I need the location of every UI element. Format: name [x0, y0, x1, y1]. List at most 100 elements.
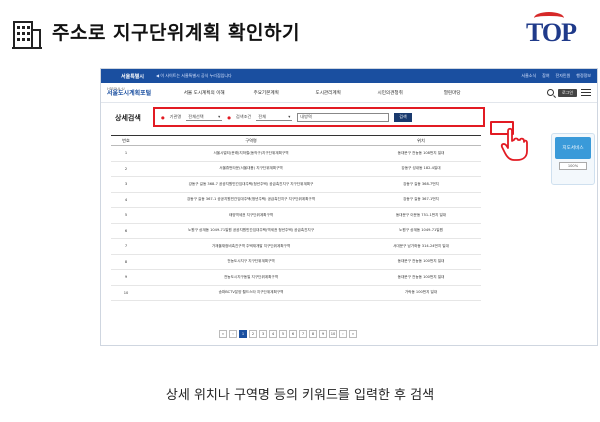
pointer-hand-icon	[500, 127, 528, 161]
topbar-link[interactable]: 행정정보	[576, 73, 591, 79]
slide-title: 주소로 지구단위계획 확인하기	[52, 22, 300, 44]
cell-no: 6	[111, 223, 141, 239]
page-button[interactable]: 10	[329, 330, 337, 338]
site-topbar: 서울특별시 ◀ 이 사이트는 서울특별시 공식 누리집입니다 서울소식 참여 전…	[101, 69, 597, 83]
cell-location: 강동구 길동 368-7번지	[361, 176, 481, 193]
label-condition: 검색조건	[235, 114, 252, 119]
col-header-no: 번호	[111, 135, 141, 146]
page-button[interactable]: «	[219, 330, 227, 338]
topbar-links: 서울소식 참여 전자민원 행정정보	[521, 73, 591, 79]
topbar-link[interactable]: 참여	[542, 73, 549, 79]
condition-select[interactable]: 전체 ▾	[256, 113, 293, 121]
building-icon	[12, 21, 42, 49]
site-navbar: I·SEOUL·U 서울도시계획포털 서울 도시계획의 이해 주요기본계획 도시…	[101, 83, 597, 103]
results-table: 번호 구역명 위치 1 서울시멀티(문래)지하철(동작구)지구단위계획구역 동대문구…	[111, 135, 481, 301]
cell-name: 강동구 길동 368-7 공공지원민간임대주택(청년주택) 공급촉진지구 지구단…	[141, 176, 361, 193]
bullet-icon: ●	[161, 114, 165, 120]
slide-header: 주소로 지구단위계획 확인하기 TOP	[0, 0, 600, 66]
cell-location: 서대문구 남가좌동 314-24번지 일대	[361, 238, 481, 255]
keyword-input[interactable]: 내방역	[297, 112, 390, 122]
cell-location: 동대문구 전농동 108번지 일대	[361, 145, 481, 162]
bullet-icon: ●	[227, 114, 231, 120]
seoul-logo[interactable]: 서울특별시	[121, 73, 144, 80]
agency-select-value: 전체선택	[188, 113, 204, 119]
table-row[interactable]: 1 서울시멀티(문래)지하철(동작구)지구단위계획구역 동대문구 전농동 108번지…	[111, 145, 481, 162]
page-button[interactable]: ‹	[229, 330, 237, 338]
cell-no: 1	[111, 145, 141, 162]
table-row[interactable]: 5 태양역세권 지구단위계획구역 동대문구 이문동 751-1번지 일대	[111, 207, 481, 224]
cell-name: 전농도시지구 지구단위계획구역	[141, 254, 361, 270]
table-row[interactable]: 2 서울휴먼타운(서울대용) 지구단위계획구역 강동구 성내동 182-4일대	[111, 161, 481, 177]
cell-name: 강동구 길동 367-1 공공지원민간임대주택(청년주택) 공급촉진지구 지구단…	[141, 192, 361, 208]
cell-location: 노원구 상계동 1049-71일원	[361, 223, 481, 239]
browser-screenshot: 서울특별시 ◀ 이 사이트는 서울특별시 공식 누리집입니다 서울소식 참여 전…	[100, 68, 598, 346]
topbar-link[interactable]: 서울소식	[521, 73, 536, 79]
page-button[interactable]: ›	[339, 330, 347, 338]
chevron-down-icon: ▾	[218, 113, 221, 119]
page-button[interactable]: 4	[269, 330, 277, 338]
map-service-widget[interactable]: 지도서비스 100%	[551, 133, 595, 185]
menu-item[interactable]: 도시관리계획	[297, 90, 359, 96]
cell-no: 5	[111, 207, 141, 224]
main-menu: 서울 도시계획의 이해 주요기본계획 도시관리계획 시민의견청취 열린마당	[173, 90, 483, 96]
page-button[interactable]: »	[349, 330, 357, 338]
label-agency: 기관명	[169, 114, 182, 119]
chevron-down-icon: ▾	[288, 113, 291, 119]
topbar-link[interactable]: 전자민원	[556, 73, 571, 79]
col-header-location: 위치	[361, 135, 481, 146]
cell-location: 가락동 100번지 일대	[361, 285, 481, 301]
cell-name: 태양역세권 지구단위계획구역	[141, 207, 361, 224]
table-row[interactable]: 9 전농도시지구동일 지구단위계획구역 동대문구 전농동 100번지 일대	[111, 269, 481, 286]
cell-name: 노원구 상계동 1049-71일원 공공지원민간임대주택(역세권 청년주택) 공…	[141, 223, 361, 239]
table-row[interactable]: 7 가재울재정비촉진구역 주택재개발 지구단위계획구역 서대문구 남가좌동 314-…	[111, 238, 481, 255]
top-logo: TOP	[526, 12, 586, 52]
cell-name: 서울휴먼타운(서울대용) 지구단위계획구역	[141, 161, 361, 177]
slide-caption: 상세 위치나 구역명 등의 키워드를 입력한 후 검색	[165, 388, 435, 403]
cell-location: 강동구 성내동 182-4일대	[361, 161, 481, 177]
page-button[interactable]: 3	[259, 330, 267, 338]
hamburger-menu-icon[interactable]	[581, 89, 591, 96]
table-row[interactable]: 10 송파BCTV분양 월드스타 지구단위계획구역 가락동 100번지 일대	[111, 285, 481, 301]
table-row[interactable]: 3 강동구 길동 368-7 공공지원민간임대주택(청년주택) 공급촉진지구 지구…	[111, 176, 481, 193]
table-row[interactable]: 8 전농도시지구 지구단위계획구역 동대문구 전농동 100번지 일대	[111, 254, 481, 270]
table-row[interactable]: 4 강동구 길동 367-1 공공지원민간임대주택(청년주택) 공급촉진지구 지구…	[111, 192, 481, 208]
page-button[interactable]: 5	[279, 330, 287, 338]
section-title: 상세검색	[115, 114, 141, 122]
page-button[interactable]: 7	[299, 330, 307, 338]
agency-select[interactable]: 전체선택 ▾	[186, 113, 223, 121]
cell-location: 동대문구 전농동 100번지 일대	[361, 254, 481, 270]
slide: 주소로 지구단위계획 확인하기 TOP 서울특별시 ◀ 이 사이트는 서울특별시…	[0, 0, 600, 422]
search-box-highlight: ● 기관명 전체선택 ▾ ● 검색조건 전체 ▾ 내방역 검색	[153, 107, 485, 127]
pagination: «‹ 1 2 3 4 5 6 7 8 9 10 ›»	[219, 330, 357, 338]
condition-select-value: 전체	[258, 113, 267, 119]
cell-no: 2	[111, 161, 141, 177]
cell-no: 4	[111, 192, 141, 208]
cell-no: 10	[111, 285, 141, 301]
cell-name: 서울시멀티(문래)지하철(동작구)지구단위계획구역	[141, 145, 361, 162]
page-button[interactable]: 8	[309, 330, 317, 338]
brand-big: 서울도시계획포털	[107, 90, 152, 98]
site-brand[interactable]: I·SEOUL·U 서울도시계획포털	[107, 87, 152, 98]
table-row[interactable]: 6 노원구 상계동 1049-71일원 공공지원민간임대주택(역세권 청년주택) …	[111, 223, 481, 239]
page-button[interactable]: 9	[319, 330, 327, 338]
menu-item[interactable]: 주요기본계획	[235, 90, 297, 96]
cell-location: 동대문구 전농동 100번지 일대	[361, 269, 481, 286]
logo-text: TOP	[526, 18, 577, 47]
table-body: 1 서울시멀티(문래)지하철(동작구)지구단위계획구역 동대문구 전농동 108번지…	[111, 145, 481, 301]
menu-item[interactable]: 열린마당	[421, 90, 483, 96]
page-button[interactable]: 6	[289, 330, 297, 338]
search-icon[interactable]	[546, 89, 554, 96]
cell-location: 강동구 길동 367-1번지	[361, 192, 481, 208]
zoom-level[interactable]: 100%	[559, 162, 587, 170]
menu-item[interactable]: 시민의견청취	[359, 90, 421, 96]
cell-name: 전농도시지구동일 지구단위계획구역	[141, 269, 361, 286]
login-button[interactable]: 로그인	[557, 88, 577, 97]
cell-no: 8	[111, 254, 141, 270]
cell-name: 가재울재정비촉진구역 주택재개발 지구단위계획구역	[141, 238, 361, 255]
menu-item[interactable]: 서울 도시계획의 이해	[173, 90, 235, 96]
topbar-notice: ◀ 이 사이트는 서울특별시 공식 누리집입니다	[156, 73, 232, 78]
page-button[interactable]: 1	[239, 330, 247, 338]
search-button[interactable]: 검색	[394, 112, 412, 122]
map-service-label[interactable]: 지도서비스	[555, 137, 591, 159]
page-button[interactable]: 2	[249, 330, 257, 338]
